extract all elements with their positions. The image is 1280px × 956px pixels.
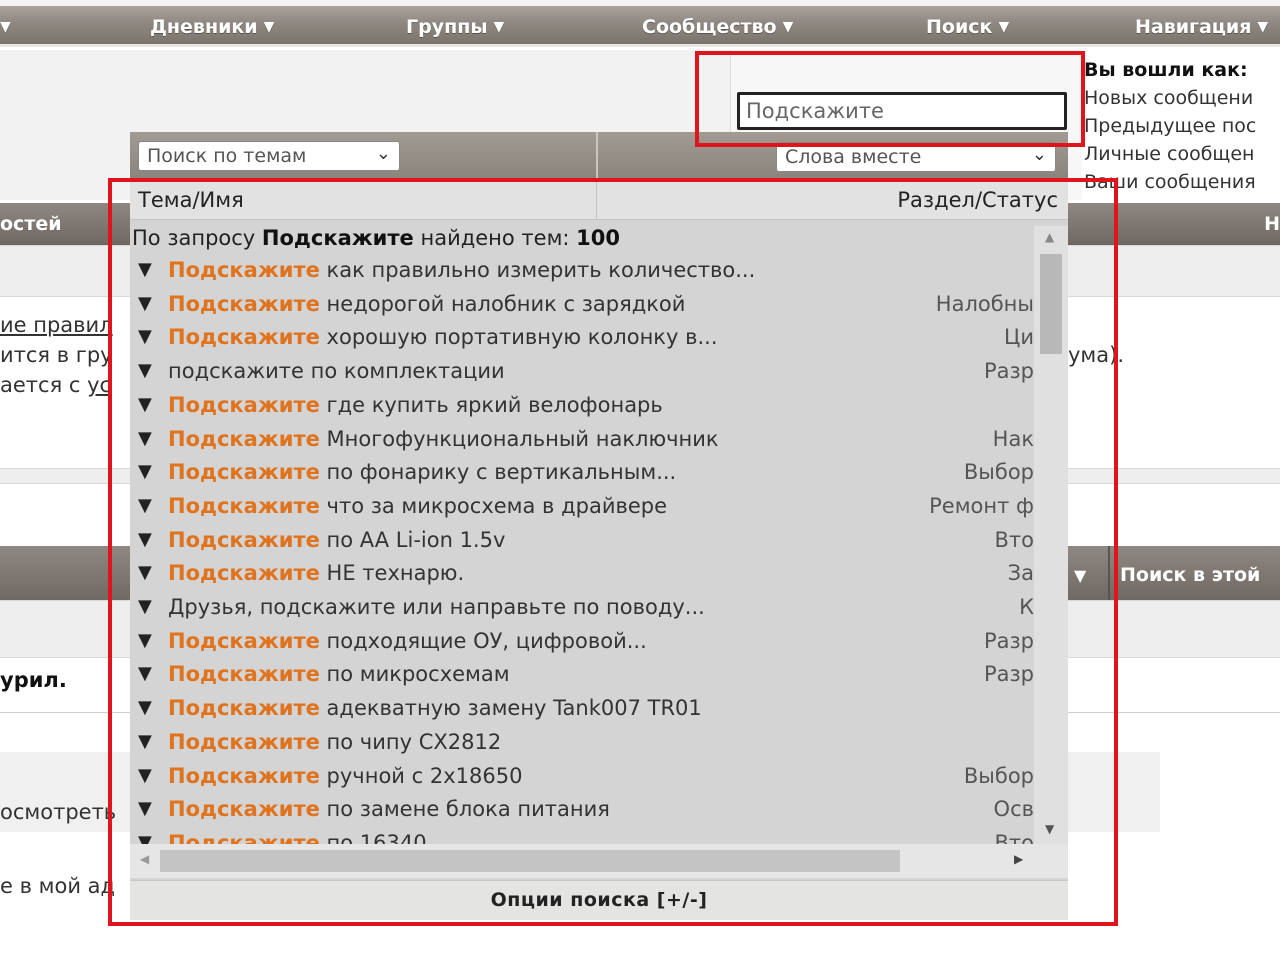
chevron-down-icon: ▼: [998, 19, 1010, 35]
post-author[interactable]: урил.: [0, 668, 67, 692]
rules-link[interactable]: ие правил: [0, 313, 113, 337]
nav-item-search[interactable]: Поиск ▼: [926, 16, 1009, 38]
nav-item-diaries[interactable]: Дневники ▼: [150, 16, 274, 38]
chevron-down-icon: ▼: [782, 19, 794, 35]
nav-item-groups[interactable]: Группы ▼: [406, 16, 504, 38]
user-info-box: Вы вошли как: Новых сообщени Предыдущее …: [1084, 56, 1280, 196]
nav-item-community[interactable]: Сообщество ▼: [642, 16, 793, 38]
search-mode-value: Слова вместе: [785, 146, 922, 168]
highlight-box-results: [108, 178, 1118, 926]
search-scope-select[interactable]: Поиск по темам ⌄: [138, 141, 400, 171]
nav-item-label: Дневники: [150, 16, 258, 38]
previous-visit-text: Предыдущее пос: [1084, 115, 1257, 137]
private-messages-link[interactable]: Личные сообщен: [1084, 140, 1280, 168]
nav-item-partial[interactable]: ▼: [0, 16, 11, 38]
nav-item-label: Навигация: [1135, 16, 1252, 38]
chevron-down-icon: ▼: [1257, 19, 1269, 35]
notice-line-2: ится в гру: [0, 343, 113, 367]
chevron-down-icon: ▼: [263, 19, 275, 35]
filter-divider: [596, 132, 598, 180]
top-navigation-bar: ▼ Дневники ▼ Группы ▼ Сообщество ▼ Поиск ▼ Н…: [0, 0, 1280, 47]
new-messages-link[interactable]: Новых сообщени: [1084, 84, 1280, 112]
view-profile-link[interactable]: осмотреть: [0, 800, 116, 824]
search-this-thread-button[interactable]: Поиск в этой: [1120, 564, 1260, 586]
chevron-down-icon: ▼: [0, 19, 11, 35]
chevron-down-icon: ⌄: [1031, 144, 1047, 165]
search-scope-value: Поиск по темам: [147, 145, 307, 167]
notice-line-3: ается с ус: [0, 373, 112, 397]
logged-in-label: Вы вошли как:: [1084, 59, 1248, 81]
chevron-down-icon: ⌄: [375, 143, 391, 164]
nav-item-label: Группы: [406, 16, 488, 38]
section-header-right: Н: [1264, 213, 1280, 235]
section-header-left: остей: [0, 213, 62, 235]
add-contact-link[interactable]: е в мой ад: [0, 874, 115, 898]
nav-item-label: Поиск: [926, 16, 993, 38]
chevron-down-icon: ▼: [493, 19, 505, 35]
nav-item-label: Сообщество: [642, 16, 777, 38]
nav-item-navigation[interactable]: Навигация ▼: [1135, 16, 1268, 38]
highlight-box-search-input: [695, 51, 1085, 147]
